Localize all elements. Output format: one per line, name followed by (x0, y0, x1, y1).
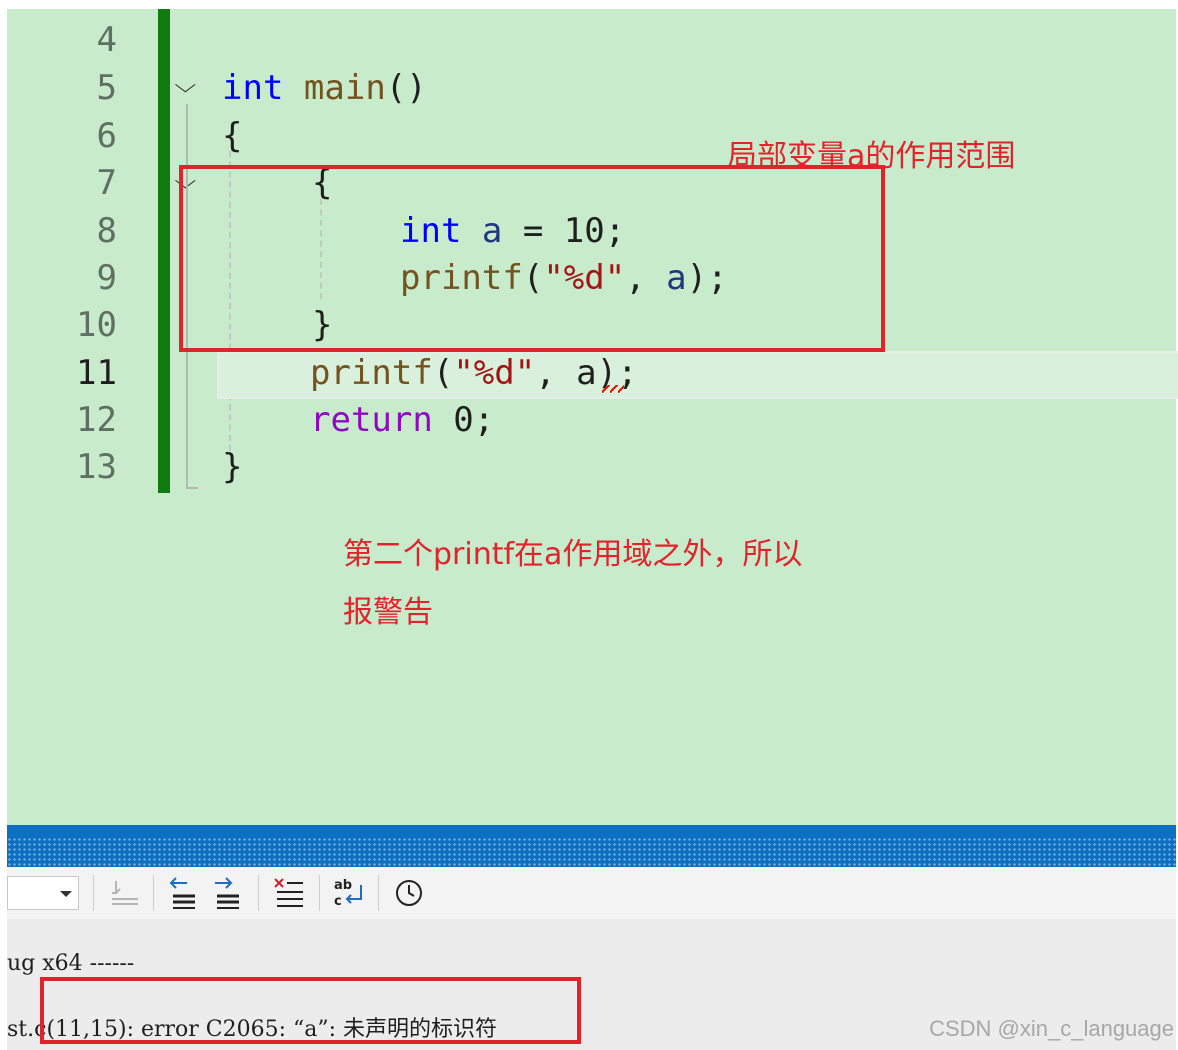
change-tracking-bar (158, 9, 170, 493)
function-name: printf (310, 353, 433, 393)
scope-annotation: 局部变量a的作用范围 (727, 139, 1016, 174)
line-number: 5 (96, 68, 117, 108)
toolbar-separator (258, 875, 259, 911)
code-line-11[interactable]: printf("%d", a); (310, 349, 638, 397)
punctuation: , (535, 353, 577, 393)
toolbar-separator (319, 875, 320, 911)
line-number: 9 (96, 258, 117, 298)
output-source-dropdown[interactable] (7, 876, 79, 910)
clear-all-icon[interactable] (271, 875, 307, 911)
code-line-12[interactable]: return 0; (310, 396, 494, 444)
warning-annotation-line2: 报警告 (343, 595, 433, 630)
toolbar-separator (93, 875, 94, 911)
toolbar-separator (378, 875, 379, 911)
chevron-down-icon (60, 891, 72, 897)
code-line-5[interactable]: int main() (222, 64, 427, 112)
keyword: int (222, 68, 284, 108)
function-name: main (303, 68, 386, 108)
keyword: return (310, 400, 433, 440)
clock-icon[interactable] (391, 875, 427, 911)
output-line: ug x64 ------ (7, 951, 135, 976)
svg-text:c: c (334, 894, 342, 909)
outline-guide-end (186, 487, 198, 489)
code-editor[interactable]: 4 5 6 7 8 9 10 11 12 13 ⌵ ⌵ int main() {… (7, 9, 1178, 825)
output-toolbar: ab c (7, 867, 1176, 919)
punctuation: () (385, 68, 427, 108)
error-squiggle (602, 385, 624, 393)
svg-text:ab: ab (334, 878, 352, 893)
error-highlight-box (40, 977, 581, 1044)
line-number: 10 (76, 305, 117, 345)
line-number: 13 (76, 447, 117, 487)
watermark: CSDN @xin_c_language (929, 1016, 1174, 1041)
clear-icon[interactable] (106, 875, 142, 911)
line-number: 12 (76, 400, 117, 440)
toolbar-separator (153, 875, 154, 911)
scope-highlight-box (179, 165, 885, 352)
line-number: 4 (96, 20, 117, 60)
line-number-current: 11 (76, 353, 117, 393)
line-number: 6 (96, 116, 117, 156)
prev-message-icon[interactable] (165, 875, 201, 911)
word-wrap-icon[interactable]: ab c (331, 875, 367, 911)
fold-toggle-icon[interactable]: ⌵ (174, 73, 196, 98)
output-panel-splitter[interactable] (7, 825, 1176, 867)
warning-annotation-line1: 第二个printf在a作用域之外，所以 (343, 537, 803, 572)
code-line-6[interactable]: { (222, 112, 242, 160)
line-number: 8 (96, 211, 117, 251)
punctuation: ( (432, 353, 454, 393)
string-literal: "%d" (453, 353, 536, 393)
line-number: 7 (96, 163, 117, 203)
next-message-icon[interactable] (209, 875, 245, 911)
code-text: 0; (432, 400, 495, 440)
undeclared-variable: a (576, 353, 597, 393)
code-line-13[interactable]: } (222, 443, 242, 491)
